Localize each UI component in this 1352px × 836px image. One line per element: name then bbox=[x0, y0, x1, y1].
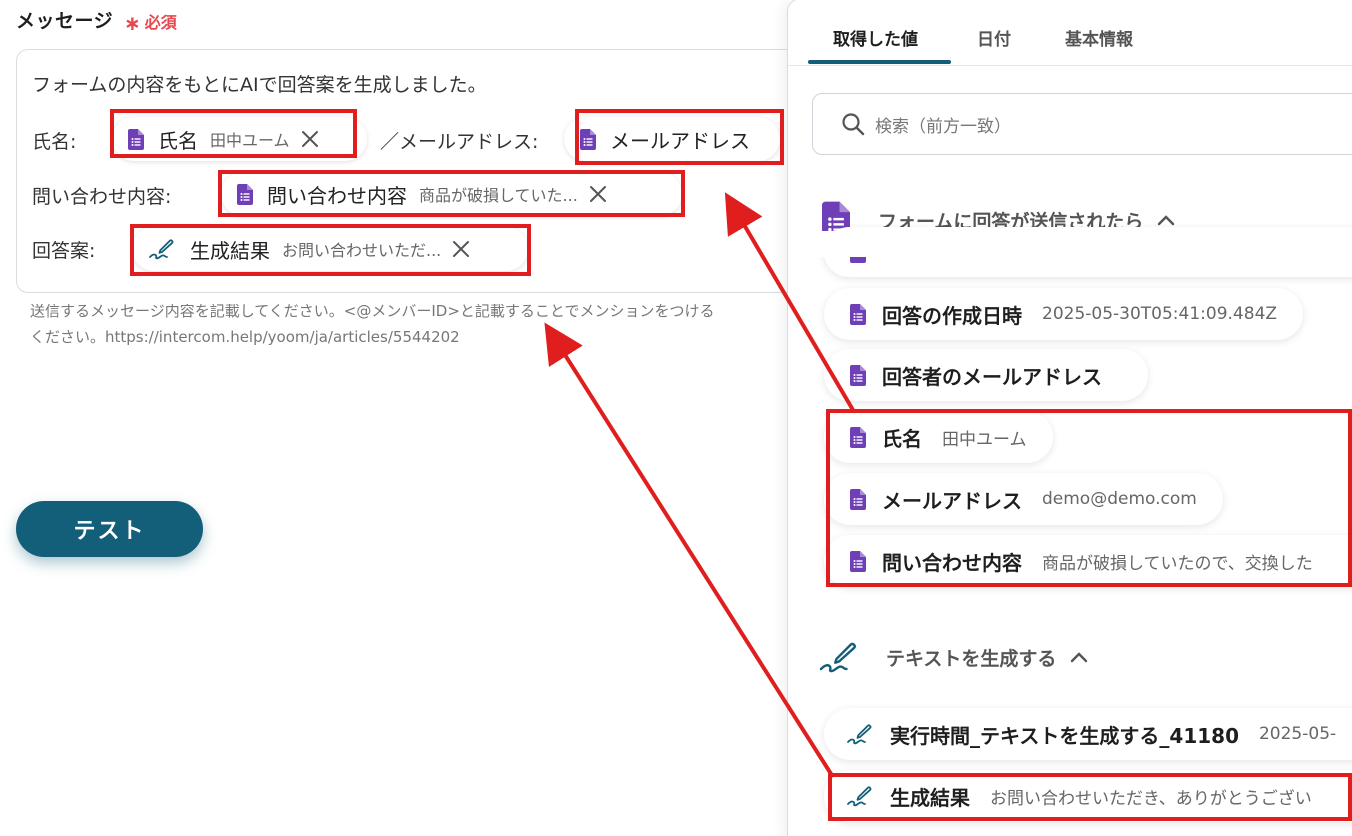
required-asterisk-icon: ∗ bbox=[124, 11, 141, 35]
search-icon bbox=[841, 112, 865, 136]
email-label: ／メールアドレス: bbox=[380, 131, 539, 153]
item-name: 回答の作成日時 bbox=[882, 303, 1022, 328]
item-name: 実行時間_テキストを生成する_41180 bbox=[890, 723, 1239, 748]
name-label: 氏名: bbox=[32, 131, 77, 153]
list-item[interactable]: 回答者のメールアドレス bbox=[824, 349, 1148, 401]
tab-date[interactable]: 日付 bbox=[977, 25, 1011, 50]
required-label: 必須 bbox=[144, 13, 177, 32]
required-badge: ∗ 必須 bbox=[124, 9, 177, 35]
list-item[interactable]: 回答の作成日時 2025-05-30T05:41:09.484Z bbox=[824, 288, 1304, 340]
section-generate-text[interactable]: テキストを生成する bbox=[818, 635, 1088, 679]
tab-divider bbox=[788, 65, 1352, 66]
inquiry-label: 問い合わせ内容: bbox=[32, 186, 172, 208]
annotation-box-result-chip bbox=[130, 224, 531, 276]
message-hint-line1: 送信するメッセージ内容を記載してください。<@メンバーID>と記載することでメン… bbox=[30, 304, 715, 319]
annotation-box-form-values bbox=[826, 409, 1352, 587]
section-title: テキストを生成する bbox=[886, 647, 1057, 670]
google-forms-icon bbox=[850, 364, 866, 386]
chevron-up-icon[interactable] bbox=[1070, 651, 1088, 663]
chevron-up-icon[interactable] bbox=[1157, 214, 1175, 226]
annotation-box-email-chip bbox=[575, 109, 784, 165]
test-button[interactable]: テスト bbox=[16, 501, 203, 557]
tab-basic-info[interactable]: 基本情報 bbox=[1065, 25, 1133, 50]
message-field-title: メッセージ bbox=[16, 10, 114, 32]
search-placeholder: 検索（前方一致） bbox=[875, 116, 1011, 137]
pen-signature-icon bbox=[846, 721, 874, 747]
google-forms-icon bbox=[850, 303, 866, 325]
message-hint-line2: ください。https://intercom.help/yoom/ja/artic… bbox=[30, 330, 460, 345]
item-value: 2025-05- bbox=[1258, 724, 1337, 744]
tab-acquired-values[interactable]: 取得した値 bbox=[833, 25, 918, 50]
search-input[interactable]: 検索（前方一致） bbox=[812, 93, 1352, 155]
scroll-mask bbox=[788, 231, 1352, 257]
message-intro-text: フォームの内容をもとにAIで回答案を生成しました。 bbox=[32, 74, 487, 96]
annotation-box-name-chip bbox=[110, 109, 357, 158]
list-item[interactable]: 実行時間_テキストを生成する_41180 2025-05- bbox=[824, 708, 1352, 760]
answer-label: 回答案: bbox=[32, 240, 96, 262]
item-name: 回答者のメールアドレス bbox=[882, 364, 1102, 389]
active-tab-indicator bbox=[808, 60, 951, 64]
item-value: 2025-05-30T05:41:09.484Z bbox=[1042, 304, 1278, 324]
annotation-box-inquiry-chip bbox=[218, 170, 685, 217]
annotation-box-generated-result bbox=[828, 773, 1352, 821]
pen-signature-icon bbox=[818, 635, 860, 679]
